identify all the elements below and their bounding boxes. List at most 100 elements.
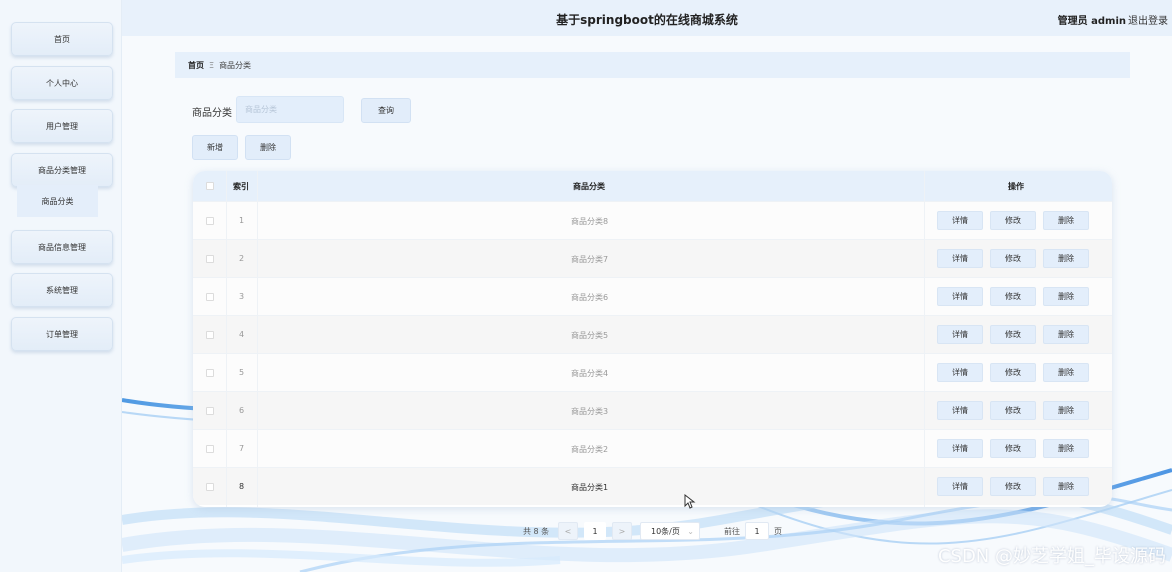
table-row: 2 商品分类7 详情 修改 删除 [193, 239, 1112, 277]
goto-label: 前往 [724, 527, 740, 536]
table-row: 6 商品分类3 详情 修改 删除 [193, 391, 1112, 429]
goto-suffix: 页 [774, 527, 782, 536]
submenu-item-category[interactable]: 商品分类 [17, 185, 98, 217]
delete-button[interactable]: 删除 [1043, 249, 1089, 268]
sidebar-item-label: 首页 [54, 34, 70, 44]
mouse-cursor-icon [684, 494, 696, 509]
sidebar-item-category-management[interactable]: 商品分类管理 [11, 153, 113, 187]
sidebar: 首页 个人中心 用户管理 商品分类管理 商品分类 商品信息管理 系统管理 订单管… [0, 0, 122, 572]
table-row: 8 商品分类1 详情 修改 删除 [193, 467, 1112, 505]
edit-button[interactable]: 修改 [990, 477, 1036, 496]
breadcrumb-current: 商品分类 [219, 60, 252, 70]
edit-button[interactable]: 修改 [990, 211, 1036, 230]
column-divider [924, 171, 925, 507]
pagination-total: 共 8 条 [523, 527, 550, 536]
logout-link[interactable]: 退出登录 [1128, 12, 1168, 27]
row-index: 7 [239, 444, 245, 453]
delete-button[interactable]: 删除 [1043, 401, 1089, 420]
edit-button[interactable]: 修改 [990, 325, 1036, 344]
sidebar-item-label: 系统管理 [46, 285, 78, 295]
delete-button[interactable]: 删除 [1043, 211, 1089, 230]
breadcrumb-home[interactable]: 首页 [188, 60, 204, 71]
sidebar-item-label: 商品信息管理 [38, 242, 86, 252]
table-row: 7 商品分类2 详情 修改 删除 [193, 429, 1112, 467]
row-index: 6 [239, 406, 245, 415]
row-checkbox[interactable] [206, 293, 214, 301]
edit-button[interactable]: 修改 [990, 439, 1036, 458]
goto-page-input[interactable]: 1 [745, 522, 769, 540]
sidebar-item-home[interactable]: 首页 [11, 22, 113, 56]
current-user: 管理员 admin [1057, 16, 1126, 27]
chevron-down-icon: ⌄ [687, 526, 694, 536]
row-category: 商品分类5 [571, 331, 609, 340]
row-category: 商品分类2 [571, 445, 609, 454]
edit-button[interactable]: 修改 [990, 249, 1036, 268]
row-category: 商品分类3 [571, 407, 609, 416]
detail-button[interactable]: 详情 [937, 287, 983, 306]
select-all-checkbox[interactable] [206, 182, 214, 190]
row-checkbox[interactable] [206, 483, 214, 491]
search-button[interactable]: 查询 [361, 98, 411, 123]
detail-button[interactable]: 详情 [937, 363, 983, 382]
row-category: 商品分类7 [571, 255, 609, 264]
detail-button[interactable]: 详情 [937, 401, 983, 420]
pagination-prev-button[interactable]: < [558, 522, 578, 540]
sidebar-item-orders[interactable]: 订单管理 [11, 317, 113, 351]
pagination-next-button[interactable]: > [612, 522, 632, 540]
sidebar-item-label: 个人中心 [46, 78, 78, 88]
delete-button[interactable]: 删除 [1043, 287, 1089, 306]
sidebar-item-profile[interactable]: 个人中心 [11, 66, 113, 100]
detail-button[interactable]: 详情 [937, 249, 983, 268]
column-divider [257, 171, 258, 507]
page-size-value: 10条/页 [651, 526, 680, 536]
row-checkbox[interactable] [206, 369, 214, 377]
edit-button[interactable]: 修改 [990, 363, 1036, 382]
sidebar-item-label: 用户管理 [46, 121, 78, 131]
top-header: 基于springboot的在线商城系统 管理员 admin 退出登录 [122, 0, 1172, 36]
edit-button[interactable]: 修改 [990, 287, 1036, 306]
row-checkbox[interactable] [206, 445, 214, 453]
row-checkbox[interactable] [206, 255, 214, 263]
edit-button[interactable]: 修改 [990, 401, 1036, 420]
table-row: 5 商品分类4 详情 修改 删除 [193, 353, 1112, 391]
sidebar-item-label: 商品分类管理 [38, 165, 86, 175]
detail-button[interactable]: 详情 [937, 477, 983, 496]
column-divider [226, 171, 227, 507]
row-category: 商品分类1 [571, 483, 609, 492]
row-checkbox[interactable] [206, 217, 214, 225]
detail-button[interactable]: 详情 [937, 211, 983, 230]
row-index: 8 [239, 482, 245, 491]
page-size-select[interactable]: 10条/页 ⌄ [640, 522, 700, 540]
column-header-category: 商品分类 [573, 182, 605, 191]
row-index: 3 [239, 292, 245, 301]
sidebar-item-system[interactable]: 系统管理 [11, 273, 113, 307]
row-category: 商品分类8 [571, 217, 609, 226]
add-button[interactable]: 新增 [192, 135, 238, 160]
sidebar-item-product-management[interactable]: 商品信息管理 [11, 230, 113, 264]
row-category: 商品分类6 [571, 293, 609, 302]
table-header: 索引 商品分类 操作 [193, 171, 1112, 201]
app-title: 基于springboot的在线商城系统 [556, 13, 738, 27]
search-input[interactable] [236, 96, 344, 123]
row-index: 2 [239, 254, 245, 263]
batch-delete-button[interactable]: 删除 [245, 135, 291, 160]
delete-button[interactable]: 删除 [1043, 477, 1089, 496]
row-index: 5 [239, 368, 245, 377]
row-checkbox[interactable] [206, 331, 214, 339]
breadcrumb-separator: Ξ [209, 60, 215, 70]
table-row: 3 商品分类6 详情 修改 删除 [193, 277, 1112, 315]
breadcrumb: 首页 Ξ 商品分类 [175, 52, 1130, 78]
category-table: 索引 商品分类 操作 1 商品分类8 详情 修改 删除 2 商品分类7 详情 修改 删除 3 商品分类… [193, 171, 1112, 507]
column-header-index: 索引 [233, 182, 249, 191]
sidebar-item-users[interactable]: 用户管理 [11, 109, 113, 143]
delete-button[interactable]: 删除 [1043, 439, 1089, 458]
delete-button[interactable]: 删除 [1043, 363, 1089, 382]
watermark: CSDN @妙芝学姐_毕设源码 [937, 546, 1166, 567]
delete-button[interactable]: 删除 [1043, 325, 1089, 344]
detail-button[interactable]: 详情 [937, 439, 983, 458]
row-index: 1 [239, 216, 245, 225]
row-checkbox[interactable] [206, 407, 214, 415]
detail-button[interactable]: 详情 [937, 325, 983, 344]
table-row: 1 商品分类8 详情 修改 删除 [193, 201, 1112, 239]
pagination-current-page[interactable]: 1 [584, 522, 606, 540]
